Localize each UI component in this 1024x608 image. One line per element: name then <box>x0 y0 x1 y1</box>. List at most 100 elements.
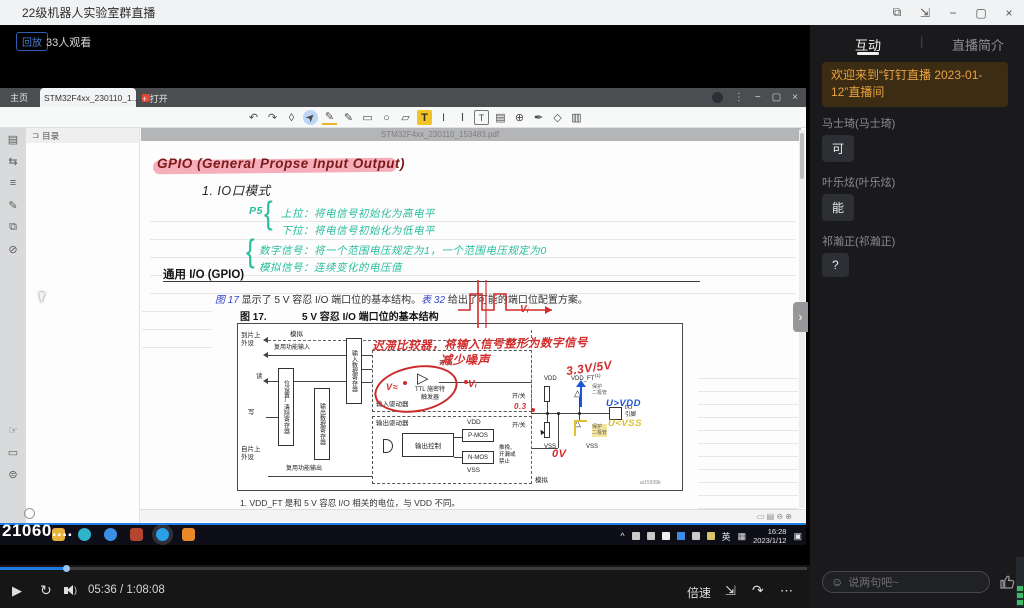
undo-icon[interactable]: ↶ <box>246 110 261 125</box>
panel-expand-chevron[interactable]: › <box>793 302 808 332</box>
figure-ref-link[interactable]: 图 17 <box>215 295 239 306</box>
taskbar-app-app-orange[interactable] <box>182 528 195 541</box>
pdf-open-button[interactable]: + 打开 <box>142 92 168 105</box>
text-insert-icon[interactable]: I <box>436 110 451 125</box>
speaker-cone <box>67 585 73 595</box>
tray-headset-icon[interactable] <box>632 532 640 540</box>
chat-bubble[interactable]: 可 <box>822 135 854 162</box>
pencil-yellow-icon[interactable]: ✎ <box>322 110 337 125</box>
doc-scrollbar-thumb[interactable] <box>800 133 804 179</box>
outline-list-icon[interactable]: ≡ <box>0 172 26 194</box>
volume-button[interactable]: ) <box>64 585 77 595</box>
hw-gpio-title: GPIO (General Propse Input Output) <box>157 156 405 171</box>
more-tools-icon[interactable]: ⊜ <box>0 463 26 485</box>
tray-caret-icon[interactable]: ^ <box>620 531 624 541</box>
web-link-icon[interactable]: ⊕ <box>512 110 527 125</box>
diagram-label-analog-pin: 模拟 <box>535 477 548 485</box>
pdf-minimize-icon[interactable]: − <box>755 92 761 103</box>
shape-lasso-icon[interactable]: ◊ <box>284 110 299 125</box>
close-icon[interactable]: × <box>1002 6 1016 20</box>
reg-input-box: 输入数据寄存器 <box>346 338 362 404</box>
account-avatar[interactable] <box>712 92 723 103</box>
notification-icon[interactable]: ▣ <box>793 531 802 542</box>
restore-icon[interactable]: ▢ <box>974 6 988 20</box>
tray-clipboard-icon[interactable] <box>647 532 655 540</box>
play-button[interactable]: ▶ <box>12 583 22 599</box>
pdf-tab-home[interactable]: 主页 <box>10 91 28 104</box>
chat-bubble[interactable]: 能 <box>822 194 854 221</box>
chat-sidebar: 互动 | 直播简介 欢迎来到“钉钉直播 2023-01-12”直播间 马士琦(马… <box>810 25 1024 608</box>
chat-bubble[interactable]: ? <box>822 253 849 277</box>
emoji-icon[interactable]: ☺ <box>831 575 843 589</box>
signature-icon[interactable]: ✒ <box>531 110 546 125</box>
cast-button[interactable]: ↷ <box>752 582 764 599</box>
tray-volume-icon[interactable] <box>692 532 700 540</box>
chat-input[interactable]: ☺ 说两句吧~ <box>822 571 990 593</box>
pdf-close-icon[interactable]: × <box>792 92 798 103</box>
annotate-icon[interactable]: ✎ <box>0 194 26 216</box>
image-stamp-icon[interactable]: ▤ <box>493 110 508 125</box>
diagram-label-vss-right2: VSS <box>586 444 598 452</box>
eraser-icon[interactable]: ◇ <box>550 110 565 125</box>
status-icon[interactable]: ▭ <box>757 512 767 521</box>
taskbar-app-dingtalk[interactable] <box>156 528 169 541</box>
progress-knob[interactable] <box>63 565 70 572</box>
hand-tool-icon[interactable]: ☞ <box>0 419 26 441</box>
ruled-line <box>150 221 795 222</box>
pip-icon[interactable]: ⧉ <box>890 5 904 20</box>
taskbar-app-app-red[interactable] <box>130 528 143 541</box>
tray-bluetooth-icon[interactable] <box>677 532 685 540</box>
status-icon[interactable]: ⊖ <box>776 512 785 521</box>
hw-teal-line: 下拉：将电信号初始化为低电平 <box>281 223 435 238</box>
status-icon[interactable]: ⊕ <box>785 512 792 521</box>
diagram-label-from-periph: 自片上 外设 <box>241 446 261 462</box>
diagram-label-vss: VSS <box>467 467 480 475</box>
page-arrange-icon[interactable]: ⇆ <box>0 150 26 172</box>
tab-live-intro[interactable]: 直播简介 <box>952 35 1004 54</box>
red-dot <box>464 380 468 384</box>
diagram-line <box>266 417 278 418</box>
taskbar-app-edge-browser[interactable] <box>78 528 91 541</box>
polygon-icon[interactable]: ▱ <box>398 110 413 125</box>
more-button[interactable]: ⋯ <box>780 583 793 599</box>
tag-icon[interactable]: ⊘ <box>0 238 26 260</box>
mini-widget[interactable] <box>1016 557 1024 607</box>
pdf-maximize-icon[interactable]: ▢ <box>772 92 781 103</box>
rectangle-icon[interactable]: ▭ <box>360 110 375 125</box>
video-screen[interactable]: 主页 STM32F4xx_230110_1... + 打开 ↶↷◊➤✎✎▭○▱T… <box>0 88 806 545</box>
reader-view-icon[interactable]: ▤ <box>0 128 26 150</box>
hw-brace-1: { <box>264 194 273 233</box>
taskbar-app-app-blue[interactable] <box>104 528 117 541</box>
diagram-label-af-input: 复用功能输入 <box>274 345 310 353</box>
like-button[interactable] <box>998 573 1016 596</box>
redo-icon[interactable]: ↷ <box>265 110 280 125</box>
text-caret-icon[interactable]: Ⅰ <box>455 110 470 125</box>
toc-header[interactable]: ⊐ 目录 <box>26 128 139 143</box>
pdf-menu-icon[interactable]: ⋮ <box>734 92 744 103</box>
active-tab-underline <box>857 52 879 55</box>
screen-mode-icon[interactable]: ▭ <box>0 441 26 463</box>
diagram-label-protect-top: 保护 二极管 <box>592 384 607 397</box>
pdf-tab-document[interactable]: STM32F4xx_230110_1... <box>40 88 136 107</box>
pencil-icon[interactable]: ✎ <box>341 110 356 125</box>
fullscreen-button[interactable]: ⇲ <box>725 583 736 599</box>
hw-brace-2: { <box>246 232 255 271</box>
speed-button[interactable]: 倍速 <box>687 584 711 601</box>
refresh-button[interactable]: ↻ <box>40 582 52 599</box>
select-cursor-icon[interactable]: ➤ <box>300 107 321 128</box>
touch-keyboard-icon[interactable]: ▦ <box>738 531 747 542</box>
minimize-icon[interactable]: − <box>946 6 960 20</box>
tray-phone-icon[interactable] <box>662 532 670 540</box>
status-icon[interactable]: ▤ <box>767 512 777 521</box>
tray-battery-icon[interactable] <box>707 532 715 540</box>
progress-bar[interactable] <box>0 567 807 570</box>
expand-icon[interactable]: ⇲ <box>918 6 932 20</box>
snapshot-icon[interactable]: ⧉ <box>0 216 26 238</box>
floating-tool-button[interactable] <box>24 508 35 519</box>
ellipse-tool-icon[interactable]: ○ <box>379 110 394 125</box>
ime-indicator[interactable]: 英 <box>722 530 731 543</box>
side-panel-icon[interactable]: ▥ <box>569 110 584 125</box>
tray-clock[interactable]: 16:28 2023/1/12 <box>753 527 786 546</box>
text-box-icon[interactable]: T <box>474 110 489 125</box>
text-highlight-icon[interactable]: T <box>417 110 432 125</box>
